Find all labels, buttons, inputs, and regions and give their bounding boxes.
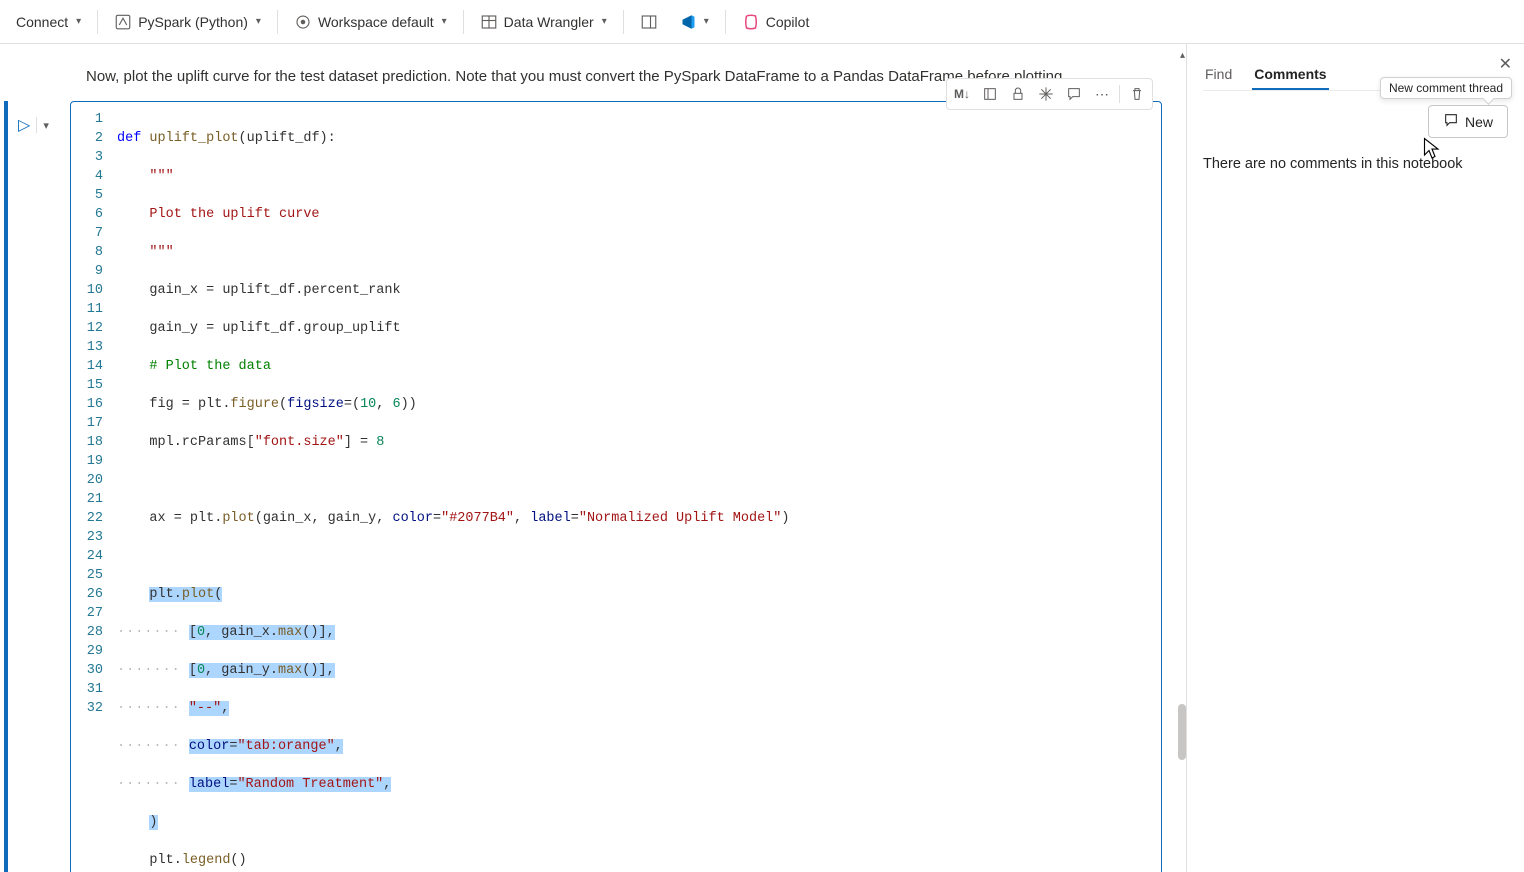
chevron-down-icon: ▾ xyxy=(442,16,447,27)
run-controls: ▷ ▾ xyxy=(14,101,70,135)
table-icon xyxy=(480,13,498,31)
tab-find[interactable]: Find xyxy=(1203,60,1234,90)
connect-button[interactable]: Connect ▾ xyxy=(8,10,89,34)
no-comments-message: There are no comments in this notebook xyxy=(1203,156,1508,172)
toolbar-separator xyxy=(463,10,464,34)
divider xyxy=(36,117,37,133)
cell-active-indicator xyxy=(4,101,8,872)
comments-panel: ✕ Find Comments New comment thread New T… xyxy=(1186,44,1524,872)
line-gutter: 1234567891011121314151617181920212223242… xyxy=(71,108,117,872)
new-comment-button[interactable]: New xyxy=(1428,105,1508,138)
comment-button[interactable] xyxy=(1061,81,1087,107)
tab-comments[interactable]: Comments xyxy=(1252,60,1328,90)
run-cell-button[interactable]: ▷ xyxy=(18,115,30,135)
code-editor[interactable]: 1234567891011121314151617181920212223242… xyxy=(71,102,1161,872)
move-cell-button[interactable] xyxy=(977,81,1003,107)
wrangler-label: Data Wrangler xyxy=(504,14,594,30)
pyspark-icon xyxy=(114,13,132,31)
env-icon xyxy=(294,13,312,31)
chevron-down-icon: ▾ xyxy=(602,16,607,27)
scrollbar-thumb[interactable] xyxy=(1178,704,1186,760)
copilot-button[interactable]: Copilot xyxy=(734,9,818,35)
cell-body[interactable]: M↓ ⋯ 12345678910111213141516171819202122… xyxy=(70,101,1162,872)
cell-toolbar: M↓ ⋯ xyxy=(946,78,1153,110)
toolbar-separator xyxy=(277,10,278,34)
main-content: ▴ Now, plot the uplift curve for the tes… xyxy=(0,44,1524,872)
close-panel-button[interactable]: ✕ xyxy=(1499,54,1512,74)
divider xyxy=(1119,85,1120,103)
layout-button[interactable] xyxy=(632,9,666,35)
panel-icon xyxy=(640,13,658,31)
delete-cell-button[interactable] xyxy=(1124,81,1150,107)
chevron-down-icon: ▾ xyxy=(76,16,81,27)
language-button[interactable]: PySpark (Python) ▾ xyxy=(106,9,269,35)
more-button[interactable]: ⋯ xyxy=(1089,81,1115,107)
code-cell: ▷ ▾ M↓ ⋯ 123456789101112131415161 xyxy=(4,101,1172,872)
toolbar-separator xyxy=(725,10,726,34)
data-wrangler-button[interactable]: Data Wrangler ▾ xyxy=(472,9,615,35)
top-toolbar: Connect ▾ PySpark (Python) ▾ Workspace d… xyxy=(0,0,1524,44)
new-label: New xyxy=(1465,114,1493,130)
toolbar-separator xyxy=(97,10,98,34)
vscode-button[interactable]: ▾ xyxy=(670,9,717,35)
vscode-icon xyxy=(678,13,696,31)
new-comment-tooltip: New comment thread xyxy=(1380,77,1512,99)
scrollbar-track[interactable] xyxy=(1175,44,1186,872)
code-content[interactable]: def uplift_plot(uplift_df): """ Plot the… xyxy=(117,108,1161,872)
environment-button[interactable]: Workspace default ▾ xyxy=(286,9,455,35)
copilot-icon xyxy=(742,13,760,31)
lock-button[interactable] xyxy=(1005,81,1031,107)
comment-icon xyxy=(1443,112,1459,131)
environment-label: Workspace default xyxy=(318,14,434,30)
notebook-area: ▴ Now, plot the uplift curve for the tes… xyxy=(0,44,1186,872)
convert-markdown-button[interactable]: M↓ xyxy=(949,81,975,107)
run-dropdown-button[interactable]: ▾ xyxy=(43,119,49,132)
markdown-text: Now, plot the uplift curve for the test … xyxy=(86,68,1067,85)
language-label: PySpark (Python) xyxy=(138,14,248,30)
freeze-button[interactable] xyxy=(1033,81,1059,107)
copilot-label: Copilot xyxy=(766,14,810,30)
chevron-down-icon: ▾ xyxy=(256,16,261,27)
new-comment-row: New comment thread New xyxy=(1203,105,1508,138)
toolbar-separator xyxy=(623,10,624,34)
chevron-down-icon: ▾ xyxy=(704,16,709,27)
connect-label: Connect xyxy=(16,14,68,30)
